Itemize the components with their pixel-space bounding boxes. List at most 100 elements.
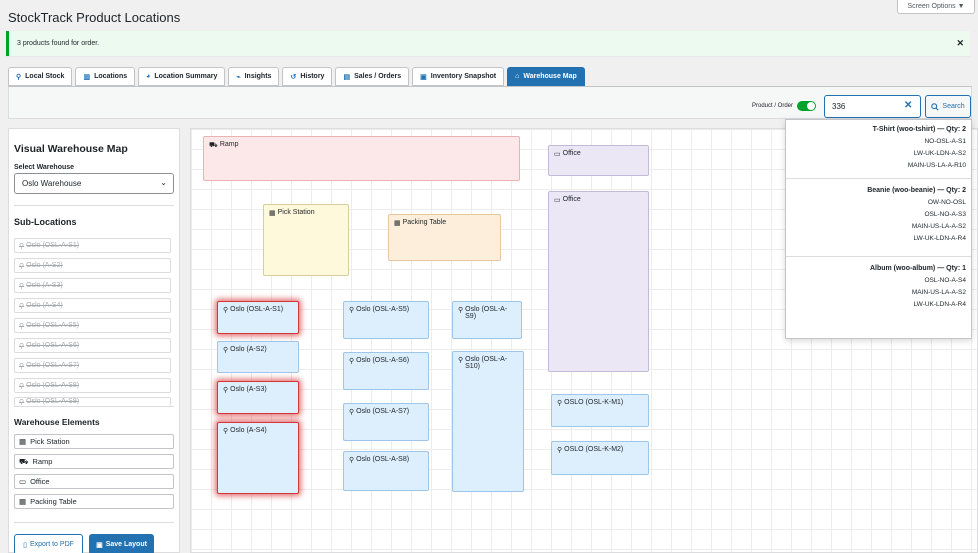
zone-osl-a-s6[interactable]: ⚲ Oslo (OSL-A-S6) [343, 352, 429, 390]
tab-location-summary[interactable]: ◕ Location Summary [138, 67, 226, 86]
result-group[interactable]: T-Shirt (woo-tshirt) — Qty: 2 NO-OSL-A-S… [786, 126, 971, 169]
pin-icon: ⚲ [458, 357, 464, 364]
zone-label: Oslo (OSL-A-S9) [465, 306, 508, 320]
zone-a-s4[interactable]: ⚲ Oslo (A-S4) [217, 422, 299, 494]
result-location[interactable]: OW-NO-OSL [786, 199, 966, 206]
zone-osl-a-s5[interactable]: ⚲ Oslo (OSL-A-S5) [343, 301, 429, 339]
zone-a-s3[interactable]: ⚲ Oslo (A-S3) [217, 381, 299, 414]
pin-icon: ⚲ [349, 307, 355, 314]
sublocation-item[interactable]: ⚲ Oslo (OSL-A-S5) [14, 318, 171, 333]
search-results-dropdown: T-Shirt (woo-tshirt) — Qty: 2 NO-OSL-A-S… [785, 119, 972, 339]
map-office[interactable]: ▭ Office [548, 145, 649, 176]
tab-label: Warehouse Map [523, 73, 577, 80]
sublocation-item[interactable]: ⚲ Oslo (OSL-A-S6) [14, 338, 171, 353]
pin-icon: ⚲ [349, 457, 355, 464]
tab-warehouse-map[interactable]: ⌂ Warehouse Map [507, 67, 585, 86]
dismiss-icon[interactable]: ✕ [956, 38, 964, 49]
office-icon: ▭ [19, 477, 27, 486]
sublocation-item[interactable]: ⚲ Oslo (OSL-A-S9) [14, 397, 171, 406]
camera-icon: ▣ [420, 73, 427, 81]
result-product: T-Shirt (woo-tshirt) — Qty: 2 [872, 126, 966, 133]
pin-icon: ⚲ [19, 282, 25, 290]
result-location[interactable]: LW-UK-LDN-A-S2 [786, 150, 966, 157]
element-label: Packing Table [30, 497, 77, 506]
element-pick-station[interactable]: ▦ Pick Station [14, 434, 174, 449]
save-icon: ▣ [96, 541, 103, 549]
result-location[interactable]: NO-OSL-A-S1 [786, 138, 966, 145]
toggle-knob[interactable] [807, 102, 815, 110]
notice-text: 3 products found for order. [17, 40, 100, 47]
element-office[interactable]: ▭ Office [14, 474, 174, 489]
zone-a-s2[interactable]: ⚲ Oslo (A-S2) [217, 341, 299, 373]
pin-icon: ⚲ [458, 307, 464, 314]
sublocation-item[interactable]: ⚲ Oslo (A-S2) [14, 258, 171, 273]
zone-osl-a-s10[interactable]: ⚲ Oslo (OSL-A-S10) [452, 351, 524, 492]
element-ramp[interactable]: ⛟ Ramp [14, 454, 174, 469]
tab-label: Location Summary [154, 73, 218, 80]
map-pick-station[interactable]: ▦ Pick Station [263, 204, 349, 276]
map-office[interactable]: ▭ Office [548, 191, 649, 372]
zone-label: OSLO (OSL-K-M1) [564, 399, 624, 406]
zone-label: Oslo (OSL-A-S7) [356, 408, 410, 415]
clear-icon[interactable]: ✕ [904, 100, 912, 111]
zone-osl-a-s9[interactable]: ⚲ Oslo (OSL-A-S9) [452, 301, 522, 339]
pin-icon: ⚲ [223, 347, 229, 354]
product-order-toggle-label: Product / Order [752, 103, 794, 109]
zone-osl-a-s7[interactable]: ⚲ Oslo (OSL-A-S7) [343, 403, 429, 441]
element-packing-table[interactable]: ▦ Packing Table [14, 494, 174, 509]
tab-label: Locations [94, 73, 128, 80]
result-location[interactable]: OSL-NO-A-S3 [786, 211, 966, 218]
tab-history[interactable]: ↺ History [282, 67, 333, 86]
packing-icon: ▦ [394, 220, 401, 227]
tab-inventory-snapshot[interactable]: ▣ Inventory Snapshot [412, 67, 505, 86]
zone-osl-a-s8[interactable]: ⚲ Oslo (OSL-A-S8) [343, 451, 429, 491]
screen-options-button[interactable]: Screen Options ▼ [897, 0, 975, 14]
result-location[interactable]: MAIN-US-LA-A-S2 [786, 223, 966, 230]
file-icon: ▯ [23, 541, 27, 549]
result-location[interactable]: MAIN-US-LA-A-S2 [786, 289, 966, 296]
zone-osl-k-m2[interactable]: ⚲ OSLO (OSL-K-M2) [551, 441, 649, 475]
notice-success: 3 products found for order. ✕ [6, 31, 970, 56]
search-button[interactable]: Search [925, 95, 971, 118]
tab-local-stock[interactable]: ⚲ Local Stock [8, 67, 73, 86]
pin-icon: ⚲ [16, 73, 22, 81]
chart-icon: ⌁ [236, 73, 241, 81]
result-location[interactable]: LW-UK-LDN-A-R4 [786, 235, 967, 242]
pallet-icon: ▦ [269, 210, 276, 217]
packing-table-label: Packing Table [402, 219, 447, 226]
save-layout-button[interactable]: ▣ Save Layout [89, 534, 154, 553]
divider [14, 205, 174, 206]
office-label: Office [562, 150, 581, 157]
ramp-label: Ramp [219, 141, 239, 148]
save-label: Save Layout [105, 541, 147, 548]
zone-label: Oslo (OSL-A-S6) [356, 357, 410, 364]
sublocation-item[interactable]: ⚲ Oslo (OSL-A-S1) [14, 238, 171, 253]
export-pdf-button[interactable]: ▯ Export to PDF [14, 534, 83, 553]
tab-label: Inventory Snapshot [430, 73, 497, 80]
zone-osl-k-m1[interactable]: ⚲ OSLO (OSL-K-M1) [551, 394, 649, 427]
tab-label: Insights [244, 73, 272, 80]
sidebar: Visual Warehouse Map Select Warehouse Os… [8, 128, 180, 553]
sublocation-item[interactable]: ⚲ Oslo (OSL-A-S8) [14, 378, 171, 393]
sublocation-item[interactable]: ⚲ Oslo (A-S3) [14, 278, 171, 293]
tab-insights[interactable]: ⌁ Insights [228, 67, 280, 86]
map-packing-table[interactable]: ▦ Packing Table [388, 214, 501, 261]
result-group[interactable]: Beanie (woo-beanie) — Qty: 2 OW-NO-OSL O… [786, 187, 971, 242]
zone-osl-a-s1[interactable]: ⚲ Oslo (OSL-A-S1) [217, 301, 299, 334]
result-product: Beanie (woo-beanie) — Qty: 2 [867, 187, 966, 194]
map-ramp[interactable]: ⛟ Ramp [203, 136, 520, 181]
warehouse-select[interactable]: Oslo Warehouse ⌄ [14, 173, 174, 194]
element-label: Office [30, 477, 50, 486]
zone-label: Oslo (OSL-A-S1) [230, 306, 284, 313]
sublocation-item[interactable]: ⚲ Oslo (OSL-A-S7) [14, 358, 171, 373]
result-location[interactable]: LW-UK-LDN-A-R4 [786, 301, 967, 308]
divider [14, 522, 174, 523]
result-group[interactable]: Album (woo-album) — Qty: 1 OSL-NO-A-S4 M… [786, 265, 971, 308]
result-location[interactable]: OSL-NO-A-S4 [786, 277, 966, 284]
tab-locations[interactable]: ▥ Locations [75, 67, 136, 86]
tab-sales-orders[interactable]: ▤ Sales / Orders [335, 67, 410, 86]
sublocation-label: Oslo (OSL-A-S5) [26, 322, 80, 329]
sublocation-item[interactable]: ⚲ Oslo (A-S4) [14, 298, 171, 313]
result-location[interactable]: MAIN-US-LA-A-R10 [786, 162, 966, 169]
search-button-label: Search [942, 103, 965, 110]
